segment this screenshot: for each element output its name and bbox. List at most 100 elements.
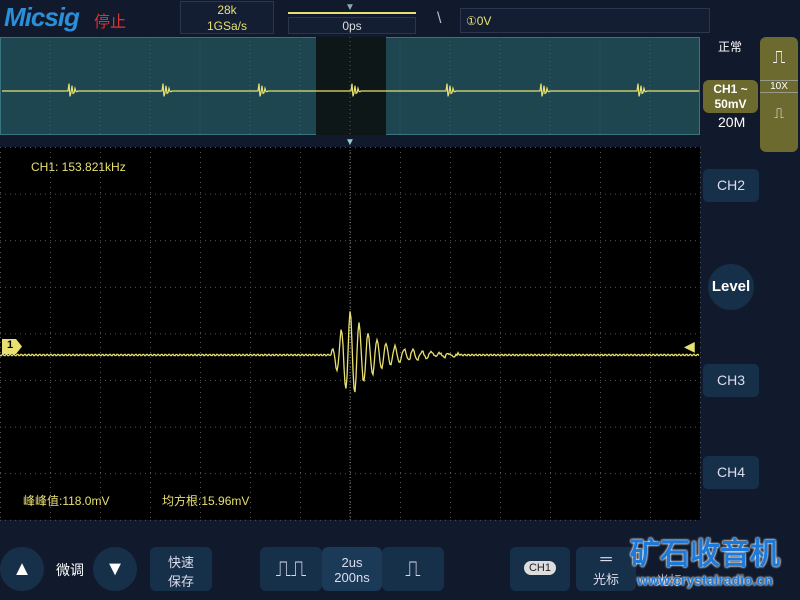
grid-dot (400, 272, 401, 273)
grid-dot (20, 427, 21, 428)
grid-dot (275, 473, 276, 474)
grid-dot (550, 472, 551, 473)
grid-dot (450, 182, 451, 183)
grid-dot (50, 212, 51, 213)
grid-dot (110, 473, 111, 474)
grid-dot (555, 427, 556, 428)
grid-dot (0, 402, 1, 403)
quick-save-button[interactable]: 快速 保存 (150, 547, 212, 591)
grid-dot (515, 520, 516, 521)
grid-dot (555, 473, 556, 474)
grid-dot (545, 427, 546, 428)
grid-dot (90, 147, 91, 148)
grid-dot (700, 367, 701, 368)
grid-dot (0, 187, 1, 188)
grid-dot (450, 372, 451, 373)
grid-dot (150, 237, 151, 238)
grid-dot (300, 194, 301, 195)
grid-dot (620, 287, 621, 288)
grid-dot (500, 507, 501, 508)
grid-dot (515, 240, 516, 241)
grid-dot (550, 477, 551, 478)
grid-dot (375, 240, 376, 241)
grid-dot (275, 147, 276, 148)
grid-dot (155, 520, 156, 521)
grid-dot (400, 437, 401, 438)
ch2-button[interactable]: CH2 (703, 169, 759, 202)
grid-dot (100, 462, 101, 463)
grid-dot (530, 287, 531, 288)
grid-dot (0, 242, 1, 243)
grid-dot (10, 287, 11, 288)
up-arrow-button[interactable]: ▲ (0, 547, 44, 591)
grid-dot (375, 473, 376, 474)
grid-dot (275, 333, 276, 334)
trigger-level-marker-icon[interactable]: ◀ (684, 338, 695, 355)
grid-dot (460, 194, 461, 195)
grid-dot (185, 427, 186, 428)
grid-dot (0, 352, 1, 353)
grid-dot (585, 380, 586, 381)
grid-dot (50, 352, 51, 353)
grid-dot (70, 520, 71, 521)
grid-dot (185, 520, 186, 521)
grid-dot (100, 152, 101, 153)
grid-dot (230, 287, 231, 288)
grid-dot (300, 257, 301, 258)
grid-dot (550, 297, 551, 298)
trigger-mode[interactable]: 正常 (718, 38, 742, 55)
grid-dot (85, 473, 86, 474)
probe-ratio[interactable]: 10X (760, 80, 798, 93)
grid-dot (500, 187, 501, 188)
cursor-button[interactable]: ═ 光标 (576, 547, 636, 591)
grid-dot (0, 357, 1, 358)
grid-dot (25, 287, 26, 288)
timebase-increase-button[interactable]: ⎍ (382, 547, 444, 591)
grid-dot (305, 147, 306, 148)
grid-dot (25, 427, 26, 428)
ch1-settings[interactable]: CH1 ~50mV (703, 80, 758, 113)
grid-dot (50, 222, 51, 223)
grid-dot (100, 247, 101, 248)
grid-dot (405, 473, 406, 474)
grid-dot (515, 333, 516, 334)
grid-dot (50, 442, 51, 443)
ch1-select-button[interactable]: CH1 (510, 547, 570, 591)
timebase-decrease-button[interactable]: ⎍⎍ (260, 547, 322, 591)
grid-dot (655, 380, 656, 381)
grid-dot (690, 473, 691, 474)
grid-dot (0, 473, 1, 474)
grid-dot (300, 382, 301, 383)
probe-panel[interactable]: ⎍ 10X ⎍ (760, 37, 798, 152)
grid-dot (60, 194, 61, 195)
bandwidth-limit[interactable]: 20M (718, 114, 745, 130)
grid-dot (300, 487, 301, 488)
grid-dot (225, 380, 226, 381)
grid-dot (350, 262, 351, 263)
grid-dot (350, 452, 351, 453)
pulse-narrow-icon[interactable]: ⎍ (760, 105, 798, 122)
grid-dot (500, 207, 501, 208)
grid-dot (550, 172, 551, 173)
grid-dot (60, 427, 61, 428)
grid-dot (190, 287, 191, 288)
ch3-button[interactable]: CH3 (703, 364, 759, 397)
grid-dot (185, 473, 186, 474)
ch4-button[interactable]: CH4 (703, 456, 759, 489)
grid-dot (185, 380, 186, 381)
level-knob[interactable]: Level (708, 264, 754, 310)
grid-dot (50, 472, 51, 473)
grid-dot (670, 147, 671, 148)
timebase-display[interactable]: 2us 200ns (322, 547, 382, 591)
grid-dot (430, 380, 431, 381)
grid-dot (200, 380, 201, 381)
grid-dot (470, 427, 471, 428)
down-arrow-button[interactable]: ▼ (93, 547, 137, 591)
grid-dot (480, 194, 481, 195)
grid-dot (280, 380, 281, 381)
pulse-wide-icon[interactable]: ⎍ (760, 47, 798, 68)
grid-dot (300, 417, 301, 418)
grid-dot (675, 194, 676, 195)
grid-dot (175, 473, 176, 474)
grid-dot (200, 422, 201, 423)
